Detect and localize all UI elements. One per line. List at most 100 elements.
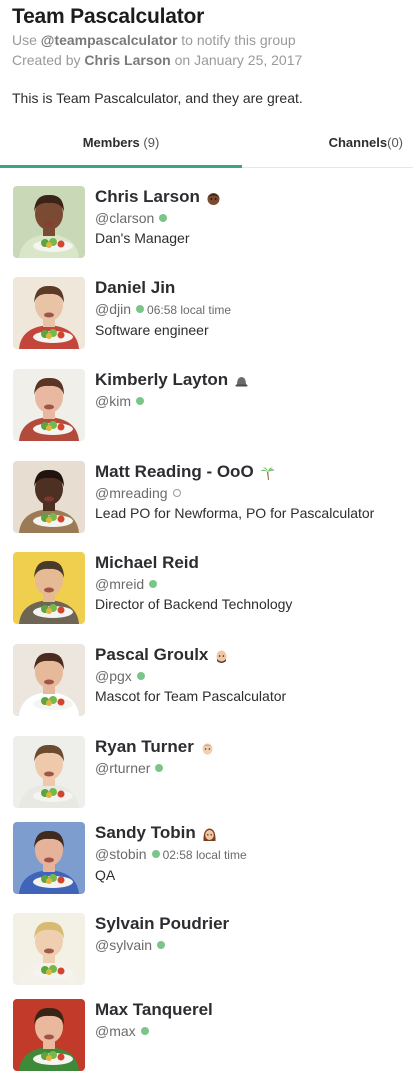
member-info: Daniel Jin @djin 06:58 local time Software … (95, 277, 407, 340)
member-name[interactable]: Matt Reading - OoO (95, 462, 254, 481)
member-name-line: Sandy Tobin (95, 822, 407, 844)
member-handle: @clarson (95, 210, 155, 226)
member-handle: @rturner (95, 760, 151, 776)
tab-members[interactable]: Members (9) (0, 128, 242, 168)
member-name-line: Ryan Turner (95, 736, 407, 758)
avatar[interactable] (13, 369, 85, 441)
member-row[interactable]: Kimberly Layton @kim (0, 369, 413, 455)
presence-online-icon (136, 672, 145, 680)
member-name-line: Matt Reading - OoO (95, 461, 407, 483)
member-info: Sylvain Poudrier @sylvain (95, 913, 407, 955)
person-dark-icon (206, 190, 221, 206)
member-name[interactable]: Ryan Turner (95, 737, 194, 756)
member-handle: @kim (95, 393, 131, 409)
member-name-line: Max Tanquerel (95, 999, 407, 1021)
member-handle-line: @mreading (95, 483, 407, 503)
member-name[interactable]: Pascal Groulx (95, 645, 208, 664)
member-handle-line: @kim (95, 391, 407, 411)
avatar[interactable] (13, 999, 85, 1071)
member-info: Pascal Groulx @pgx Mascot for Team Pascalc… (95, 644, 407, 706)
avatar[interactable] (13, 822, 85, 894)
palm-tree-icon (260, 465, 275, 481)
member-handle: @djin (95, 301, 132, 317)
member-name-line: Daniel Jin (95, 277, 407, 299)
avatar[interactable] (13, 461, 85, 533)
member-handle-line: @mreid (95, 574, 407, 594)
notify-suffix: to notify this group (177, 32, 296, 48)
member-handle: @pgx (95, 668, 132, 684)
tab-channels[interactable]: Channels(0) (329, 128, 403, 167)
presence-online-icon (149, 580, 158, 588)
created-suffix: on January 25, 2017 (170, 52, 303, 68)
avatar[interactable] (13, 552, 85, 624)
member-handle: @mreid (95, 576, 145, 592)
member-name[interactable]: Daniel Jin (95, 278, 175, 297)
member-row[interactable]: Chris Larson @clarson Dan's Manager (0, 186, 413, 272)
team-title: Team Pascalculator (12, 5, 205, 28)
member-name[interactable]: Chris Larson (95, 187, 200, 206)
member-role: Director of Backend Technology (95, 596, 293, 612)
presence-online-icon (159, 214, 168, 222)
member-name-line: Chris Larson (95, 186, 407, 208)
creator-name[interactable]: Chris Larson (84, 52, 170, 68)
member-handle-line: @clarson (95, 208, 407, 228)
hat-icon (234, 373, 249, 388)
member-info: Michael Reid @mreid Director of Backend Te… (95, 552, 407, 614)
avatar[interactable] (13, 913, 85, 985)
created-prefix: Created by (12, 52, 85, 68)
member-handle-line: @max (95, 1021, 407, 1041)
member-name[interactable]: Kimberly Layton (95, 370, 228, 389)
member-row[interactable]: Sylvain Poudrier @sylvain (0, 913, 413, 999)
member-row[interactable]: Pascal Groulx @pgx Mascot for Team Pascalc… (0, 644, 413, 730)
member-row[interactable]: Max Tanquerel @max (0, 999, 413, 1078)
presence-online-icon (140, 1027, 149, 1035)
man-icon (200, 740, 215, 755)
member-name-line: Kimberly Layton (95, 369, 407, 391)
notify-hint: Use @teampascalculator to notify this gr… (12, 30, 405, 50)
member-row[interactable]: Sandy Tobin @stobin 02:58 local time QA (0, 822, 413, 908)
presence-online-icon (157, 941, 166, 949)
member-name-line: Pascal Groulx (95, 644, 407, 666)
member-handle-line: @sylvain (95, 935, 407, 955)
member-role: Mascot for Team Pascalculator (95, 688, 287, 704)
presence-away-icon (172, 489, 181, 497)
member-role: Dan's Manager (95, 230, 190, 246)
tab-members-label: Members (82, 135, 140, 150)
member-row[interactable]: Matt Reading - OoO @mreading Lead PO for N… (0, 461, 413, 547)
member-row[interactable]: Ryan Turner @rturner (0, 736, 413, 822)
member-info: Chris Larson @clarson Dan's Manager (95, 186, 407, 248)
team-header: Team Pascalculator Use @teampascalculato… (12, 4, 405, 70)
member-row[interactable]: Michael Reid @mreid Director of Backend Te… (0, 552, 413, 638)
member-handle: @max (95, 1023, 136, 1039)
avatar[interactable] (13, 644, 85, 716)
member-role: Lead PO for Newforma, PO for Pascalculat… (95, 505, 375, 521)
member-role: QA (95, 867, 116, 883)
member-name[interactable]: Max Tanquerel (95, 1000, 213, 1019)
tab-channels-count: (0) (387, 135, 403, 150)
member-name-line: Michael Reid (95, 552, 407, 574)
member-row[interactable]: Daniel Jin @djin 06:58 local time Software … (0, 277, 413, 363)
member-handle: @sylvain (95, 937, 153, 953)
tab-members-count: (9) (143, 135, 160, 150)
bald-man-icon (214, 648, 229, 664)
tab-bar: Members (9) Channels(0) (0, 128, 413, 168)
member-handle-line: @djin 06:58 local time (95, 299, 407, 320)
notify-prefix: Use (12, 32, 41, 48)
member-name[interactable]: Sandy Tobin (95, 823, 196, 842)
member-handle: @stobin (95, 846, 147, 862)
member-local-time: 06:58 local time (147, 303, 232, 317)
member-local-time: 02:58 local time (162, 848, 247, 862)
member-role: Software engineer (95, 322, 209, 338)
team-description: This is Team Pascalculator, and they are… (12, 90, 303, 106)
member-handle-line: @stobin 02:58 local time (95, 844, 407, 865)
tab-channels-label: Channels (328, 135, 388, 150)
avatar[interactable] (13, 736, 85, 808)
member-name[interactable]: Sylvain Poudrier (95, 914, 229, 933)
avatar[interactable] (13, 277, 85, 349)
member-handle-line: @pgx (95, 666, 407, 686)
member-name[interactable]: Michael Reid (95, 553, 199, 572)
presence-online-icon (136, 305, 145, 313)
member-handle-line: @rturner (95, 758, 407, 778)
team-handle: @teampascalculator (40, 32, 178, 48)
avatar[interactable] (13, 186, 85, 258)
